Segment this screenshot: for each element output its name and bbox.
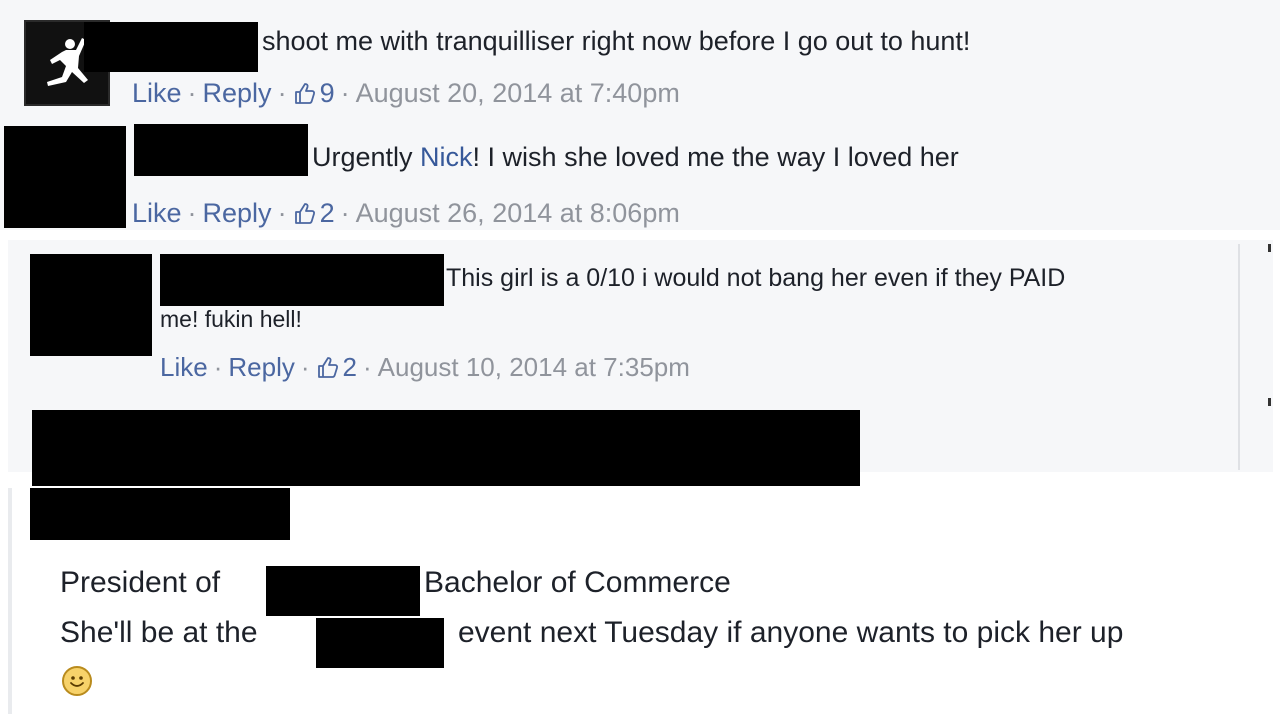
comment-text: Urgently Nick! I wish she loved me the w…: [312, 142, 959, 173]
post-text-line1-right: Bachelor of Commerce: [424, 566, 731, 599]
post-text-line1-left: President of: [60, 566, 221, 599]
like-link[interactable]: Like: [132, 198, 182, 229]
reply-link[interactable]: Reply: [203, 78, 272, 109]
panel-divider: [1238, 244, 1240, 470]
like-count[interactable]: 2: [316, 352, 357, 383]
separator: ·: [340, 198, 350, 228]
redacted-name: [84, 22, 258, 72]
separator: ·: [277, 198, 287, 228]
timestamp[interactable]: August 26, 2014 at 8:06pm: [356, 198, 680, 229]
post-text-line2-right: event next Tuesday if anyone wants to pi…: [458, 616, 1124, 649]
comment-actions: Like · Reply · 2 · August 26, 2014 at 8:…: [132, 198, 680, 229]
post-divider: [8, 488, 12, 714]
like-count-value: 2: [342, 352, 357, 382]
redacted-avatar: [4, 126, 126, 228]
comment-text-part: ! I wish she loved me the way I loved he…: [472, 142, 959, 172]
redacted-organization: [266, 566, 420, 616]
redacted-name: [30, 488, 290, 540]
separator: ·: [340, 78, 350, 108]
comment-text: shoot me with tranquilliser right now be…: [262, 26, 971, 56]
like-count-value: 2: [319, 198, 335, 228]
redacted-name: [134, 124, 308, 176]
separator: ·: [277, 78, 287, 108]
comment-text-line2: me! fukin hell!: [160, 306, 302, 332]
redacted-event: [316, 618, 444, 668]
comment-text-part: Urgently: [312, 142, 421, 172]
scrollbar-indicator-lower[interactable]: [1268, 398, 1271, 406]
comment-text-line1: This girl is a 0/10 i would not bang her…: [446, 264, 1066, 292]
like-count-value: 9: [319, 78, 335, 108]
separator: ·: [187, 198, 197, 228]
redacted-avatar: [30, 254, 152, 356]
separator: ·: [187, 78, 197, 108]
like-count[interactable]: 2: [293, 198, 335, 229]
reply-link[interactable]: Reply: [203, 198, 272, 229]
redacted-content-block: [32, 410, 860, 486]
thumbs-up-icon: [294, 202, 315, 224]
separator: ·: [213, 352, 223, 382]
like-link[interactable]: Like: [132, 78, 182, 109]
timestamp[interactable]: August 10, 2014 at 7:35pm: [378, 352, 690, 383]
timestamp[interactable]: August 20, 2014 at 7:40pm: [356, 78, 680, 109]
redacted-name: [160, 254, 444, 306]
reply-link[interactable]: Reply: [228, 352, 294, 383]
post-text-line2-left: She'll be at the: [60, 616, 258, 649]
scrollbar-indicator[interactable]: [1268, 244, 1271, 252]
like-link[interactable]: Like: [160, 352, 208, 383]
like-count[interactable]: 9: [293, 78, 335, 109]
separator: ·: [363, 352, 372, 382]
thumbs-up-icon: [294, 82, 315, 104]
mention-link[interactable]: Nick: [420, 142, 473, 172]
smiley-emoji-icon: [62, 666, 92, 696]
comment-actions: Like · Reply · 9 · August 20, 2014 at 7:…: [132, 78, 680, 109]
separator: ·: [300, 352, 310, 382]
thumbs-up-icon: [317, 356, 338, 378]
comment-actions: Like · Reply · 2 · August 10, 2014 at 7:…: [160, 352, 690, 383]
